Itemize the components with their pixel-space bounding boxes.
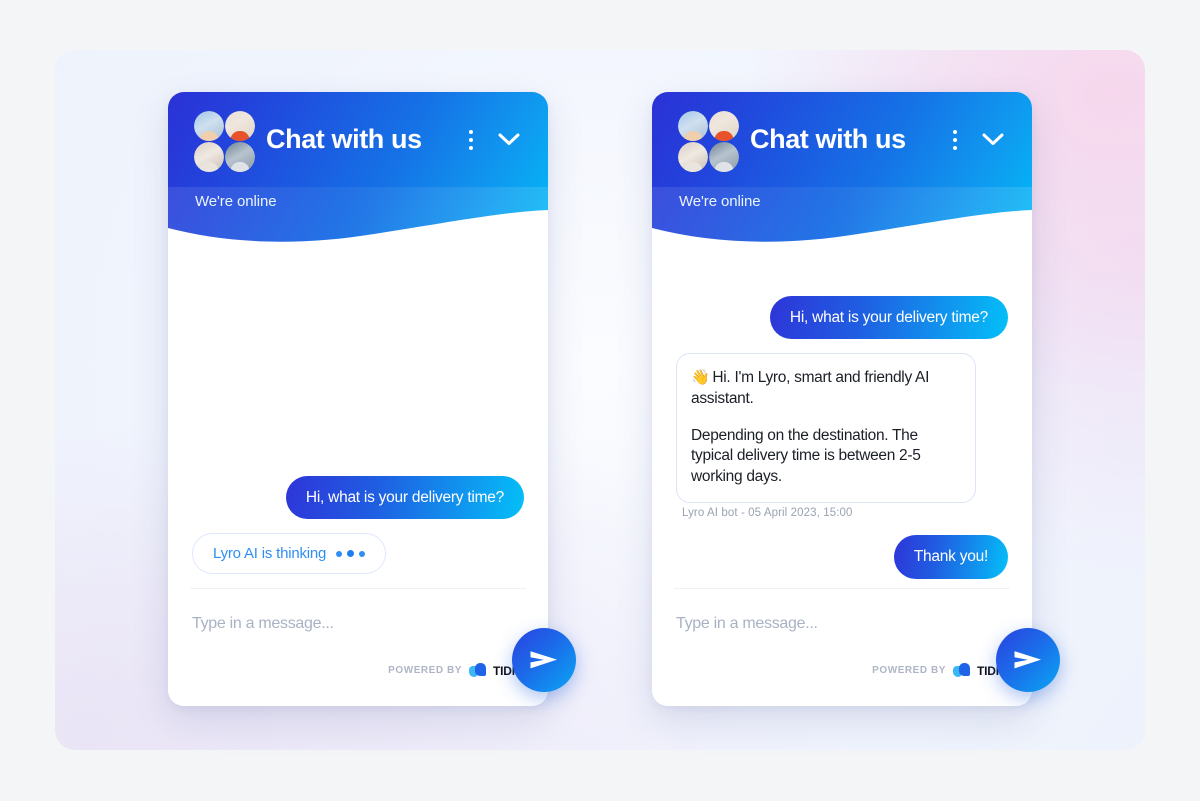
chevron-down-icon[interactable] bbox=[976, 125, 1010, 155]
bot-message-paragraph-1: 👋 Hi. I'm Lyro, smart and friendly AI ass… bbox=[691, 368, 959, 409]
tidio-logo-lobe bbox=[959, 663, 970, 676]
powered-by-badge: POWERED BY TIDIO bbox=[388, 663, 524, 678]
agent-avatar-4 bbox=[709, 141, 739, 172]
chat-header: Chat with us We're online bbox=[652, 92, 1032, 251]
bot-message-timestamp: Lyro AI bot - 05 April 2023, 15:00 bbox=[682, 507, 853, 520]
message-list: Hi, what is your delivery time? 👋 Hi. I'm… bbox=[652, 250, 1032, 588]
agent-avatar-4 bbox=[225, 141, 255, 172]
message-input[interactable]: Type in a message... bbox=[192, 615, 524, 633]
chat-header: Chat with us We're online bbox=[168, 92, 548, 251]
thinking-dot bbox=[347, 550, 355, 557]
chat-widget-body: Chat with us We're online Hi, what is yo… bbox=[168, 92, 548, 706]
send-paper-plane-icon bbox=[1014, 651, 1041, 669]
thinking-dots bbox=[336, 550, 366, 557]
header-wave-decoration bbox=[168, 210, 548, 251]
kebab-dot bbox=[469, 137, 473, 142]
user-message-bubble: Hi, what is your delivery time? bbox=[769, 296, 1008, 340]
powered-by-badge: POWERED BY TIDIO bbox=[872, 663, 1008, 678]
message-list: Hi, what is your delivery time? Lyro AI … bbox=[168, 250, 548, 588]
chat-widget-thinking: Chat with us We're online Hi, what is yo… bbox=[168, 92, 576, 706]
message-row-user: Hi, what is your delivery time? bbox=[676, 296, 1008, 340]
agent-avatar-group bbox=[678, 110, 739, 172]
send-paper-plane-icon bbox=[530, 651, 557, 669]
tidio-logo-icon bbox=[469, 663, 486, 678]
kebab-dot bbox=[469, 145, 473, 150]
kebab-dot bbox=[953, 129, 957, 134]
agent-avatar-2 bbox=[709, 110, 739, 141]
agent-avatar-2 bbox=[225, 110, 255, 141]
agent-avatar-1 bbox=[678, 110, 708, 141]
thinking-dot bbox=[359, 550, 366, 557]
powered-by-label: POWERED BY bbox=[872, 665, 946, 676]
kebab-dot bbox=[953, 137, 957, 142]
tidio-logo-lobe bbox=[475, 663, 486, 676]
chat-header-top-row: Chat with us bbox=[168, 92, 548, 187]
chat-widget-body: Chat with us We're online Hi, what is yo… bbox=[652, 92, 1032, 706]
message-row-user: Hi, what is your delivery time? bbox=[192, 475, 524, 519]
waving-hand-icon: 👋 bbox=[691, 369, 710, 387]
chat-header-top-row: Chat with us bbox=[652, 92, 1032, 187]
chat-title: Chat with us bbox=[750, 124, 906, 154]
user-message-bubble: Thank you! bbox=[893, 535, 1008, 579]
chat-footer: Type in a message... POWERED BY TIDIO bbox=[652, 588, 1032, 706]
message-list-spacer bbox=[192, 268, 524, 476]
kebab-menu-icon[interactable] bbox=[942, 125, 968, 155]
kebab-dot bbox=[469, 129, 473, 134]
message-row-user: Thank you! bbox=[676, 535, 1008, 579]
message-row-bot: 👋 Hi. I'm Lyro, smart and friendly AI ass… bbox=[676, 353, 1008, 504]
agent-avatar-group bbox=[194, 110, 255, 172]
footer-divider bbox=[674, 588, 1010, 589]
message-input[interactable]: Type in a message... bbox=[676, 615, 1008, 633]
online-status-text: We're online bbox=[679, 193, 761, 210]
lyro-thinking-indicator: Lyro AI is thinking bbox=[192, 533, 387, 574]
send-button[interactable] bbox=[996, 628, 1060, 692]
header-wave-decoration bbox=[652, 210, 1032, 251]
chevron-down-icon[interactable] bbox=[492, 125, 526, 155]
thinking-dot bbox=[336, 550, 343, 557]
agent-avatar-3 bbox=[194, 141, 224, 172]
agent-avatar-1 bbox=[194, 110, 224, 141]
chat-footer: Type in a message... POWERED BY TIDIO bbox=[168, 588, 548, 706]
chat-widget-answered: Chat with us We're online Hi, what is yo… bbox=[652, 92, 1060, 706]
kebab-menu-icon[interactable] bbox=[458, 125, 484, 155]
online-status-text: We're online bbox=[195, 193, 277, 210]
kebab-dot bbox=[953, 145, 957, 150]
bot-paragraph-1-text: Hi. I'm Lyro, smart and friendly AI assi… bbox=[691, 369, 930, 407]
tidio-logo-icon bbox=[953, 663, 970, 678]
message-row-thinking: Lyro AI is thinking bbox=[192, 533, 524, 574]
bot-message-bubble: 👋 Hi. I'm Lyro, smart and friendly AI ass… bbox=[676, 353, 976, 504]
chat-title: Chat with us bbox=[266, 124, 422, 154]
thinking-label: Lyro AI is thinking bbox=[213, 545, 327, 562]
agent-avatar-3 bbox=[678, 141, 708, 172]
send-button[interactable] bbox=[512, 628, 576, 692]
footer-divider bbox=[190, 588, 526, 589]
user-message-bubble: Hi, what is your delivery time? bbox=[285, 475, 524, 519]
powered-by-label: POWERED BY bbox=[388, 665, 462, 676]
bot-message-paragraph-2: Depending on the destination. The typica… bbox=[691, 426, 921, 485]
